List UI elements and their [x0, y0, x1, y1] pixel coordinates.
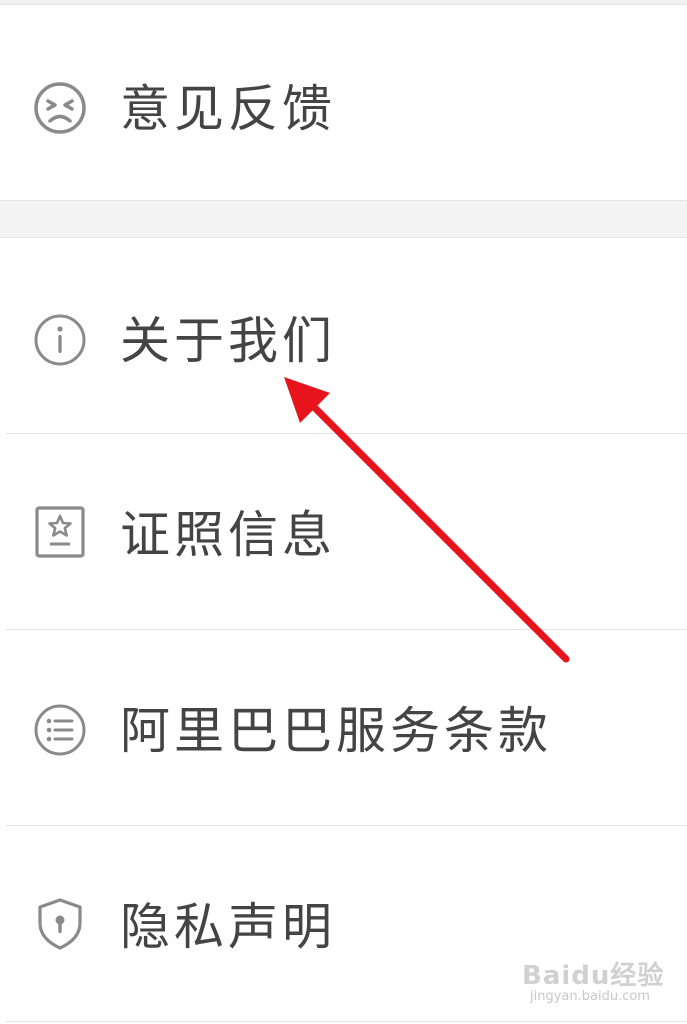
watermark-brand: Baidu经验 — [522, 961, 665, 991]
menu-item-terms-of-service[interactable]: 阿里巴巴服务条款 — [0, 630, 687, 825]
menu-item-license-info[interactable]: 证照信息 — [0, 434, 687, 629]
baidu-watermark: Baidu经验 jingyan.baidu.com — [522, 955, 672, 1015]
license-badge-icon — [32, 504, 88, 560]
menu-item-label: 关于我们 — [120, 312, 336, 370]
menu-item-label: 意见反馈 — [120, 80, 336, 138]
menu-item-about-us[interactable]: 关于我们 — [0, 238, 687, 433]
sad-face-icon — [32, 80, 88, 136]
list-circle-icon — [32, 702, 88, 758]
shield-keyhole-icon — [32, 896, 88, 952]
section-separator — [0, 200, 687, 238]
menu-item-label: 隐私声明 — [120, 898, 336, 956]
menu-item-label: 阿里巴巴服务条款 — [120, 702, 552, 760]
top-divider — [0, 0, 687, 5]
row-divider — [6, 1021, 687, 1022]
info-circle-icon — [32, 312, 88, 368]
watermark-url: jingyan.baidu.com — [530, 989, 650, 1004]
menu-item-label: 证照信息 — [120, 506, 336, 564]
menu-item-feedback[interactable]: 意见反馈 — [0, 6, 687, 200]
settings-screen: 意见反馈 关于我们 证照信息 阿里巴巴服务条款 隐私声明 Baidu经验 jin… — [0, 0, 687, 1024]
